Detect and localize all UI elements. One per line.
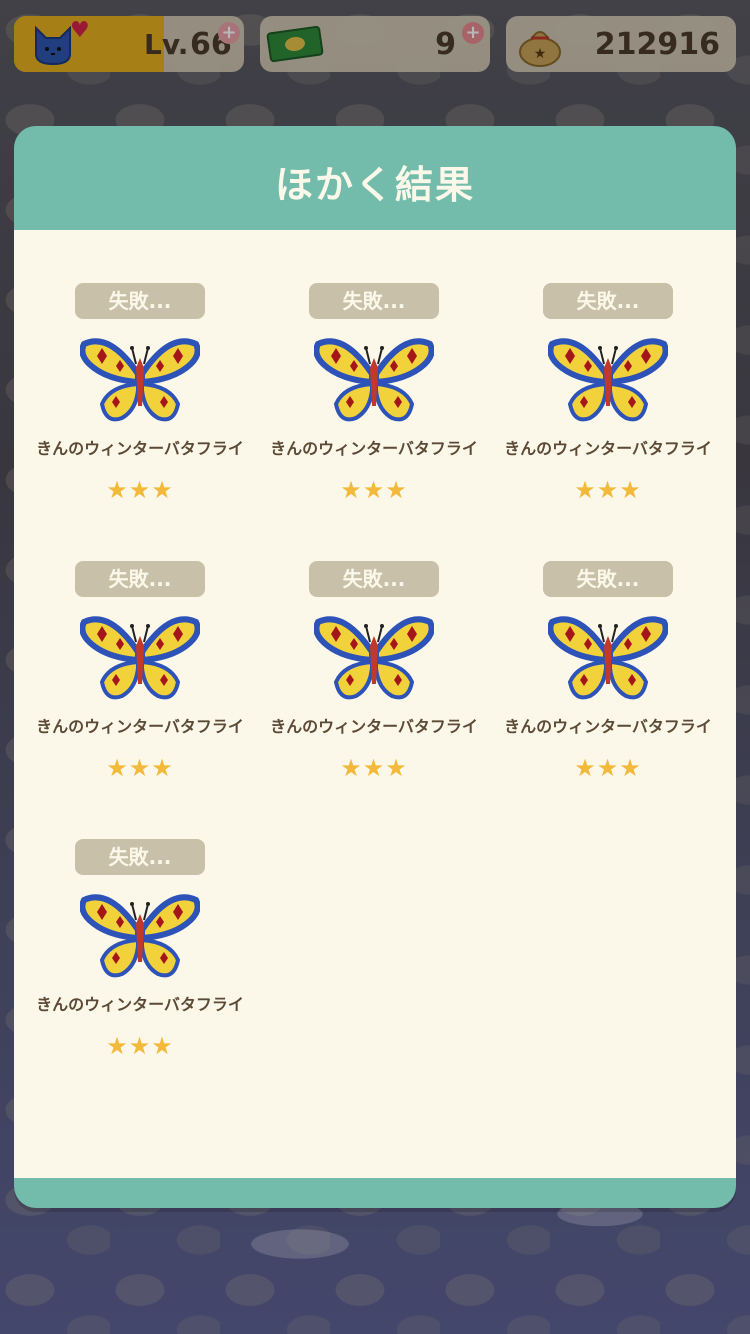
catch-result-dialog: ほかく結果 失敗... きんのウィンターバタフライ ★★★ 失敗... きんのウ… [14,126,736,1208]
item-name: きんのウィンターバタフライ [504,717,712,736]
item-name: きんのウィンターバタフライ [270,439,478,458]
fail-badge: 失敗... [75,561,205,597]
butterfly-icon [314,338,434,422]
butterfly-icon [548,338,668,422]
fail-badge: 失敗... [309,561,439,597]
butterfly-icon [548,616,668,700]
item-name: きんのウィンターバタフライ [36,995,244,1014]
butterfly-icon [80,616,200,700]
butterfly-icon [314,616,434,700]
item-name: きんのウィンターバタフライ [36,717,244,736]
result-card: 失敗... きんのウィンターバタフライ ★★★ [14,230,248,502]
star-rating: ★★★ [106,476,174,504]
result-card: 失敗... きんのウィンターバタフライ ★★★ [248,508,482,780]
item-name: きんのウィンターバタフライ [270,717,478,736]
fail-badge: 失敗... [543,561,673,597]
star-rating: ★★★ [106,1032,174,1060]
item-name: きんのウィンターバタフライ [504,439,712,458]
dialog-title: ほかく結果 [274,163,475,207]
star-rating: ★★★ [340,476,408,504]
butterfly-icon [80,894,200,978]
results-grid: 失敗... きんのウィンターバタフライ ★★★ 失敗... きんのウィンターバタ… [14,230,736,1178]
butterfly-icon [80,338,200,422]
fail-badge: 失敗... [309,283,439,319]
item-name: きんのウィンターバタフライ [36,439,244,458]
result-card: 失敗... きんのウィンターバタフライ ★★★ [14,786,248,1058]
fail-badge: 失敗... [543,283,673,319]
fail-badge: 失敗... [75,283,205,319]
result-card: 失敗... きんのウィンターバタフライ ★★★ [248,230,482,502]
result-card: 失敗... きんのウィンターバタフライ ★★★ [14,508,248,780]
results-panel: 失敗... きんのウィンターバタフライ ★★★ 失敗... きんのウィンターバタ… [14,230,736,1178]
star-rating: ★★★ [340,754,408,782]
star-rating: ★★★ [106,754,174,782]
fail-badge: 失敗... [75,839,205,875]
result-card: 失敗... きんのウィンターバタフライ ★★★ [482,508,716,780]
result-card: 失敗... きんのウィンターバタフライ ★★★ [482,230,716,502]
star-rating: ★★★ [574,754,642,782]
star-rating: ★★★ [574,476,642,504]
